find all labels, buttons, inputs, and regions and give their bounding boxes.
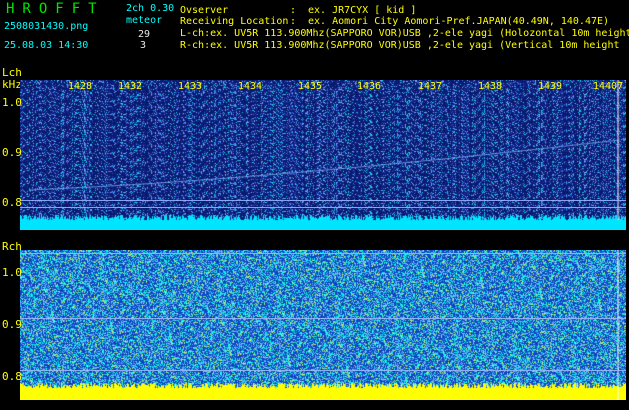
time-tick: 1432 (118, 81, 143, 92)
rch-ytick-1: 1.0 (2, 266, 22, 279)
meteor-label: meteor (126, 15, 163, 26)
rch-spectrogram (20, 250, 626, 400)
lch-ytick-2: 0.9 (2, 146, 22, 159)
rch-label: Rch (2, 240, 22, 253)
rch-meteor-count: 3 (140, 40, 147, 51)
lch-unit: kHz (2, 78, 22, 91)
time-tick: 1438 (478, 81, 503, 92)
lch-gridline (20, 200, 626, 201)
location-label: Receiving Location (180, 16, 289, 27)
timestamp-label: 25.08.03 14:30 (4, 40, 89, 51)
location-colon: : (290, 16, 297, 27)
time-tick: 1437 (418, 81, 443, 92)
rch-gridline (20, 318, 626, 319)
time-tick: 1434 (238, 81, 263, 92)
location-value: ex. Aomori City Aomori-Pref.JAPAN(40.49N… (308, 16, 610, 27)
app-name: HROFFT (6, 1, 105, 17)
lch-meteor-count: 29 (138, 29, 151, 40)
time-tick: 1435 (298, 81, 323, 92)
rch-gridline (20, 370, 626, 371)
lch-ytick-3: 0.8 (2, 196, 22, 209)
lch-gridline (20, 207, 626, 208)
lch-ytick-1: 1.0 (2, 96, 22, 109)
time-tick: 14407 (593, 81, 624, 92)
observer-value: ex. JR7CYX [ kid ] (308, 5, 417, 16)
observer-label: Ovserver (180, 5, 229, 16)
version-label: 2ch 0.30 (126, 3, 175, 14)
time-tick: 1428 (68, 81, 93, 92)
filename-label: 2508031430.png (4, 21, 89, 32)
rch-description: R-ch:ex. UV5R 113.900Mhz(SAPPORO VOR)USB… (180, 40, 620, 51)
rch-ytick-2: 0.9 (2, 318, 22, 331)
rch-ytick-3: 0.8 (2, 370, 22, 383)
lch-description: L-ch:ex. UV5R 113.900Mhz(SAPPORO VOR)USB… (180, 28, 629, 39)
time-tick: 1433 (178, 81, 203, 92)
time-tick: 1439 (538, 81, 563, 92)
rch-gridline (20, 253, 626, 254)
observer-colon: : (290, 5, 297, 16)
time-tick: 1436 (357, 81, 382, 92)
